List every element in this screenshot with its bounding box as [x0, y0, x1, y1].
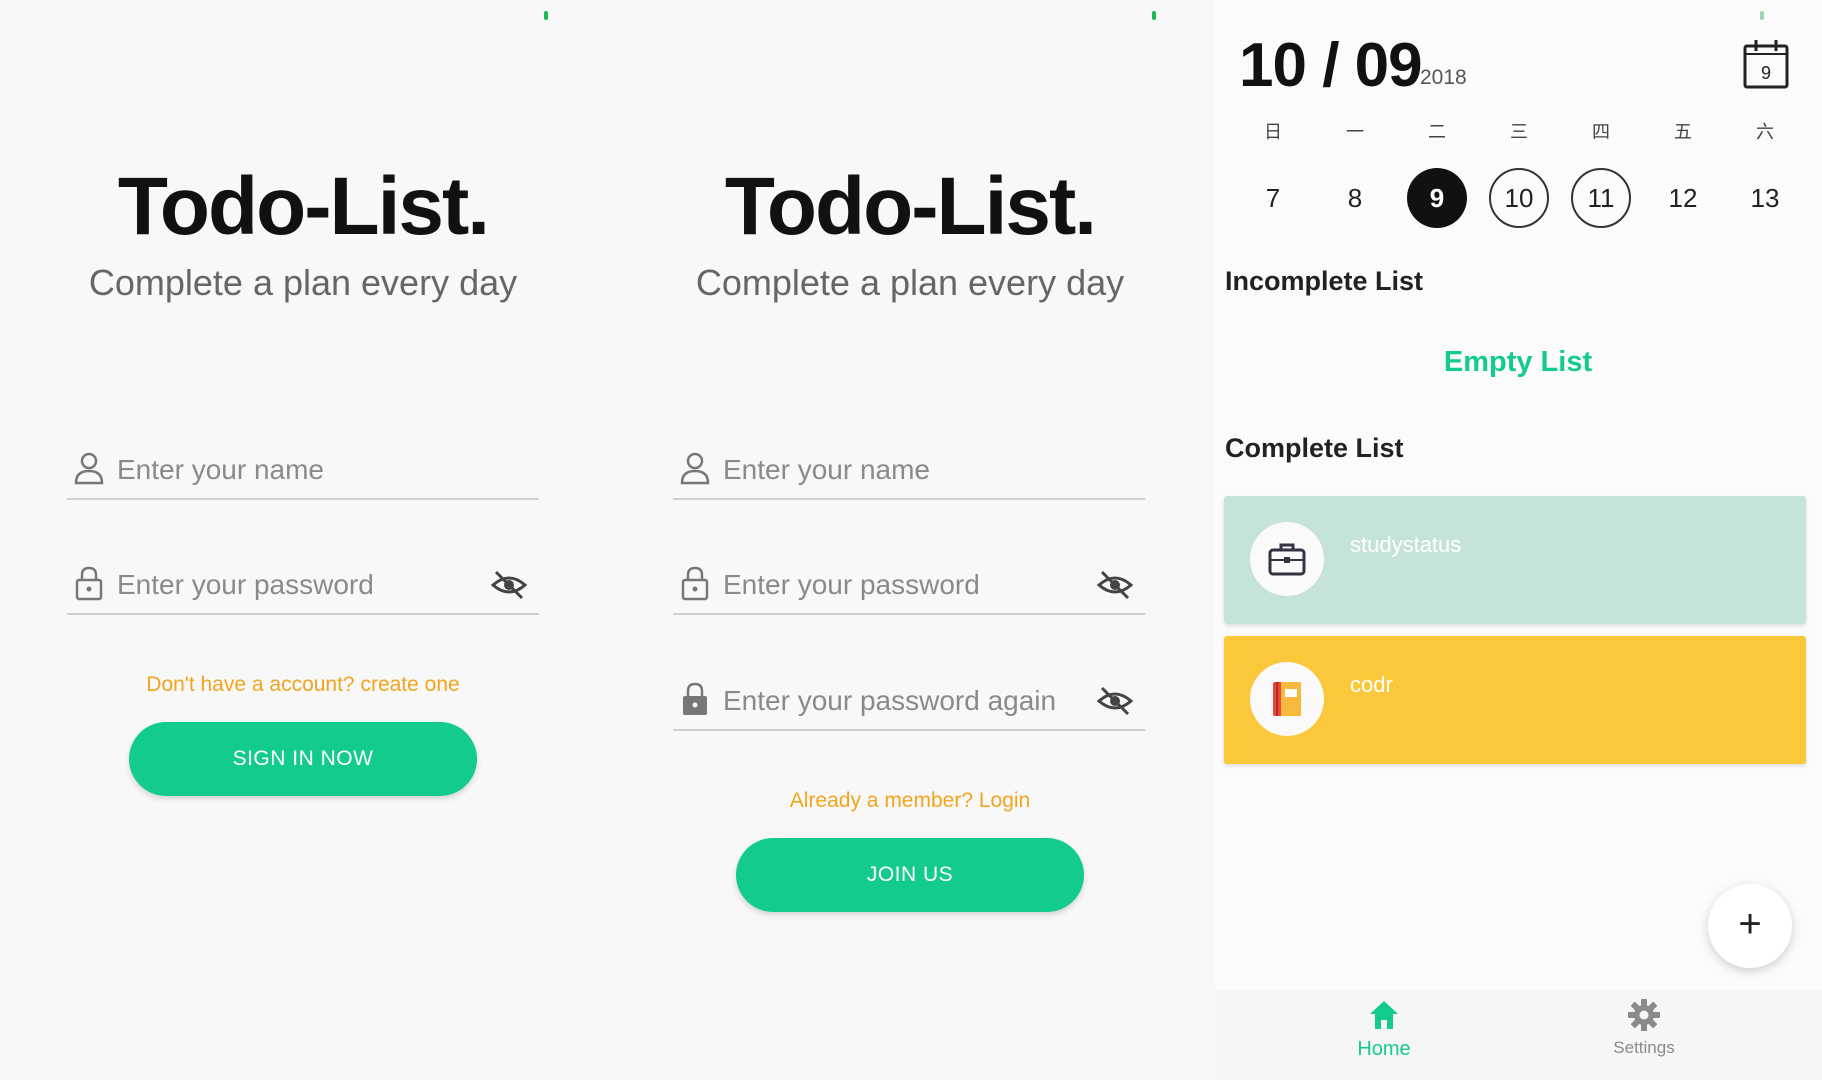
- password-field[interactable]: Enter your password: [67, 555, 539, 615]
- password-placeholder: Enter your password: [723, 569, 980, 600]
- status-indicator: [1152, 11, 1156, 20]
- day-cell[interactable]: 13: [1735, 168, 1795, 228]
- user-icon: [74, 452, 104, 485]
- weekday-label: 日: [1264, 122, 1282, 142]
- app-tagline: Complete a plan every day: [88, 262, 518, 303]
- weekday-label: 四: [1592, 122, 1610, 142]
- weekday-label: 五: [1674, 122, 1692, 142]
- login-screen: Todo-List. Complete a plan every day Ent…: [0, 0, 606, 1080]
- eye-off-icon[interactable]: [491, 569, 527, 601]
- name-placeholder: Enter your name: [117, 454, 324, 485]
- nav-settings-label: Settings: [1613, 1038, 1675, 1057]
- incomplete-list-title: Incomplete List: [1225, 266, 1424, 296]
- app-brand: Todo-List.: [117, 161, 490, 252]
- weekday-label: 一: [1346, 122, 1364, 142]
- complete-list-title: Complete List: [1225, 433, 1404, 463]
- create-account-link[interactable]: Don't have a account? create one: [0, 673, 606, 697]
- weekday-label: 六: [1756, 122, 1774, 142]
- briefcase-icon: [1268, 543, 1306, 576]
- user-icon: [680, 452, 710, 485]
- task-avatar: [1250, 522, 1324, 596]
- app-tagline: Complete a plan every day: [695, 262, 1125, 303]
- lock-filled-icon: [683, 682, 707, 715]
- name-field[interactable]: Enter your name: [673, 440, 1145, 500]
- status-indicator: [1760, 11, 1764, 20]
- day-cell-marked[interactable]: 10: [1489, 168, 1549, 228]
- day-cell-marked[interactable]: 11: [1571, 168, 1631, 228]
- home-icon: [1370, 1001, 1398, 1029]
- eye-off-icon[interactable]: [1097, 569, 1133, 601]
- nav-settings[interactable]: Settings: [1574, 998, 1714, 1058]
- password-field[interactable]: Enter your password: [673, 555, 1145, 615]
- password-again-placeholder: Enter your password again: [723, 685, 1057, 716]
- empty-list-message: Empty List: [1443, 346, 1593, 378]
- task-avatar: [1250, 662, 1324, 736]
- lock-icon: [75, 566, 103, 601]
- password-again-field[interactable]: Enter your password again: [673, 671, 1145, 731]
- login-link[interactable]: Already a member? Login: [606, 789, 1214, 813]
- calendar-icon[interactable]: 9: [1742, 38, 1790, 90]
- weekday-label: 三: [1510, 122, 1528, 142]
- current-date: 10 / 09: [1239, 31, 1423, 100]
- home-screen: 10 / 09 2018 9 日 一 二 三 四 五 六 7 8 9 10 11…: [1214, 0, 1822, 1080]
- name-field[interactable]: Enter your name: [67, 440, 539, 500]
- name-placeholder: Enter your name: [723, 454, 930, 485]
- add-task-button[interactable]: +: [1708, 884, 1792, 968]
- task-card[interactable]: codr: [1224, 636, 1806, 764]
- eye-off-icon[interactable]: [1097, 685, 1133, 717]
- day-cell-selected[interactable]: 9: [1407, 168, 1467, 228]
- task-card[interactable]: studystatus: [1224, 496, 1806, 624]
- lock-icon: [681, 566, 709, 601]
- password-placeholder: Enter your password: [117, 569, 374, 600]
- day-cell[interactable]: 12: [1653, 168, 1713, 228]
- app-brand: Todo-List.: [724, 161, 1097, 252]
- weekday-label: 二: [1428, 122, 1446, 142]
- status-indicator: [544, 11, 548, 20]
- gear-icon: [1628, 999, 1660, 1031]
- task-title: studystatus: [1350, 532, 1462, 557]
- register-screen: Todo-List. Complete a plan every day Ent…: [606, 0, 1214, 1080]
- join-us-button[interactable]: JOIN US: [736, 838, 1084, 912]
- calendar-icon-day: 9: [1761, 63, 1771, 83]
- app-screens: Todo-List. Complete a plan every day Ent…: [0, 0, 1822, 1080]
- day-cell[interactable]: 7: [1243, 168, 1303, 228]
- nav-home[interactable]: Home: [1314, 998, 1454, 1061]
- sign-in-button[interactable]: SIGN IN NOW: [129, 722, 477, 796]
- book-icon: [1273, 682, 1301, 716]
- current-year: 2018: [1420, 66, 1467, 89]
- bottom-navigation: Home Settings: [1214, 990, 1822, 1080]
- task-title: codr: [1350, 672, 1393, 697]
- day-cell[interactable]: 8: [1325, 168, 1385, 228]
- nav-home-label: Home: [1357, 1038, 1411, 1060]
